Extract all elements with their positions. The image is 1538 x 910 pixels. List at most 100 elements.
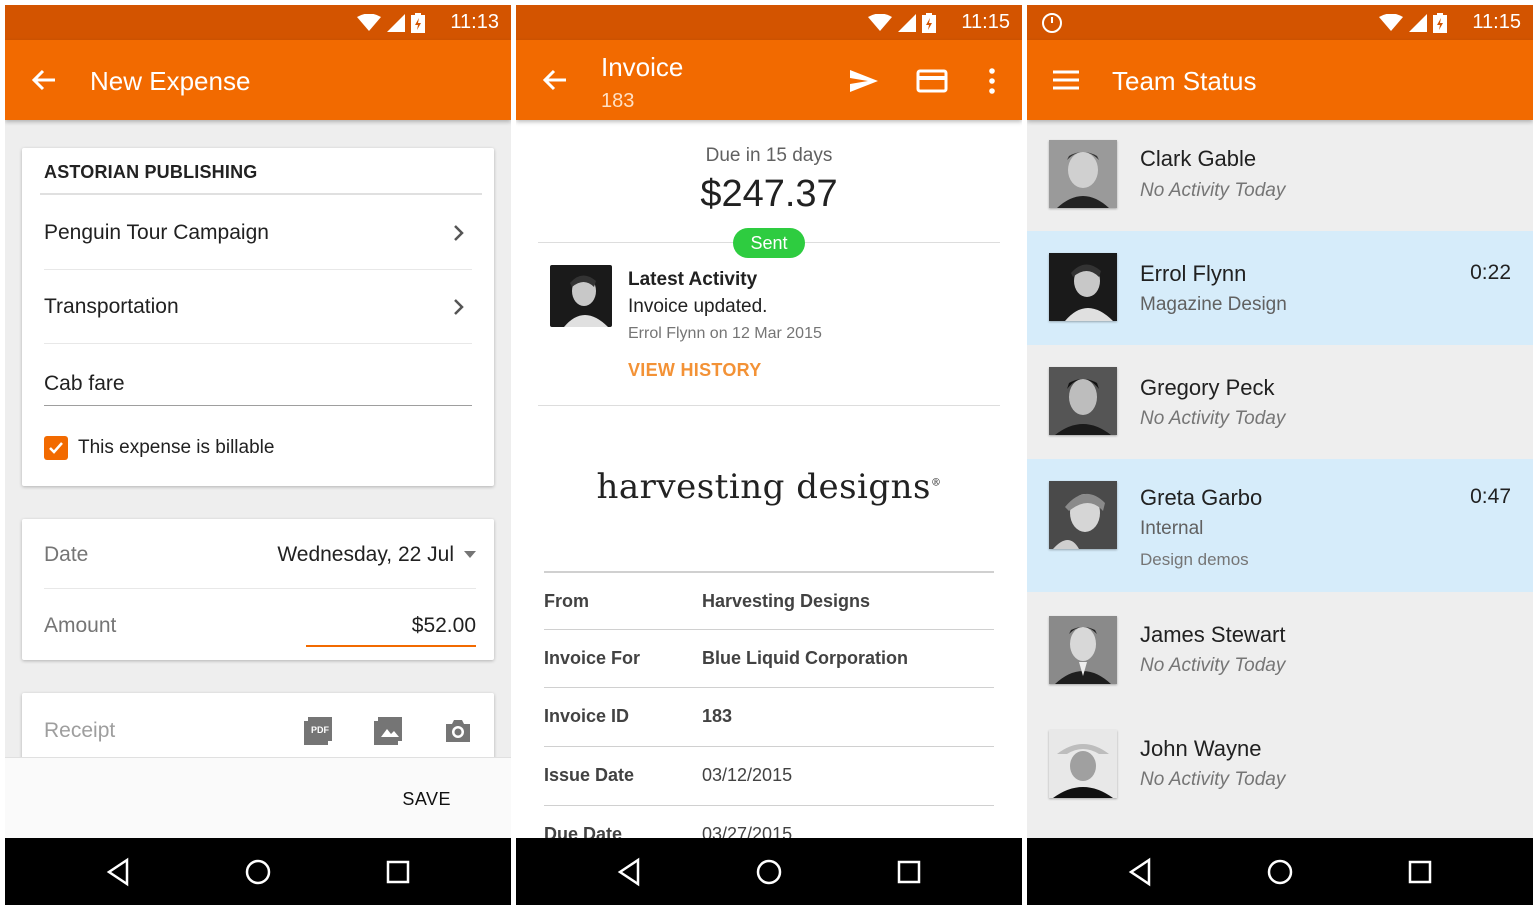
member-name: Gregory Peck bbox=[1140, 375, 1275, 400]
clock: 11:13 bbox=[450, 11, 499, 33]
member-name: John Wayne bbox=[1140, 736, 1262, 761]
clock: 11:15 bbox=[961, 11, 1010, 33]
menu-icon[interactable] bbox=[1051, 65, 1081, 95]
list-item[interactable]: Greta Garbo Internal Design demos 0:47 bbox=[1027, 459, 1533, 592]
page-title: New Expense bbox=[90, 66, 251, 96]
back-arrow-icon[interactable] bbox=[540, 65, 570, 95]
system-nav-bar bbox=[516, 838, 1022, 905]
page-title: Invoice bbox=[601, 52, 684, 82]
company-logo: harvesting designs® bbox=[516, 467, 1022, 507]
save-button[interactable]: SAVE bbox=[402, 789, 451, 810]
more-icon[interactable] bbox=[976, 65, 1008, 97]
billable-checkbox-row[interactable]: This expense is billable bbox=[44, 436, 274, 460]
status-icons bbox=[357, 13, 425, 33]
nav-recents-icon[interactable] bbox=[381, 855, 415, 889]
detail-value: 183 bbox=[702, 706, 733, 726]
battery-icon bbox=[1433, 13, 1447, 33]
wifi-icon bbox=[868, 14, 892, 31]
amount-input-underline bbox=[306, 645, 476, 647]
registered-mark: ® bbox=[931, 477, 942, 489]
detail-value: Harvesting Designs bbox=[702, 591, 871, 611]
amount-input[interactable]: $52.00 bbox=[412, 614, 476, 638]
detail-row: Issue Date 03/12/2015 bbox=[544, 746, 994, 804]
list-item[interactable]: Clark Gable No Activity Today bbox=[1027, 120, 1533, 234]
member-time: 0:47 bbox=[1470, 485, 1511, 508]
invoice-amount: $247.37 bbox=[700, 173, 838, 215]
description-field[interactable]: Cab fare bbox=[44, 368, 472, 406]
page-title: Team Status bbox=[1112, 66, 1257, 96]
nav-home-icon[interactable] bbox=[752, 855, 786, 889]
detail-row: From Harvesting Designs bbox=[544, 571, 994, 629]
detail-key: Invoice For bbox=[544, 648, 641, 668]
member-task: Design demos bbox=[1140, 550, 1249, 569]
member-status: No Activity Today bbox=[1140, 180, 1286, 201]
nav-back-icon[interactable] bbox=[612, 855, 646, 889]
list-item[interactable]: Gregory Peck No Activity Today bbox=[1027, 345, 1533, 459]
system-nav-bar bbox=[5, 838, 511, 905]
billable-checkbox[interactable] bbox=[44, 436, 68, 460]
detail-row: Invoice ID 183 bbox=[544, 687, 994, 745]
project-selector[interactable]: Penguin Tour Campaign bbox=[44, 196, 472, 270]
detail-key: From bbox=[544, 591, 589, 611]
signal-icon bbox=[387, 14, 405, 32]
status-badge: Sent bbox=[733, 228, 805, 258]
view-history-link[interactable]: VIEW HISTORY bbox=[628, 360, 762, 381]
nav-back-icon[interactable] bbox=[101, 855, 135, 889]
avatar bbox=[1049, 616, 1117, 684]
avatar bbox=[550, 265, 612, 327]
errol-flynn-photo bbox=[550, 265, 612, 327]
wifi-icon bbox=[357, 14, 381, 31]
nav-home-icon[interactable] bbox=[1263, 855, 1297, 889]
activity-text: Invoice updated. bbox=[628, 296, 768, 317]
category-selector[interactable]: Transportation bbox=[44, 270, 472, 344]
detail-row: Invoice For Blue Liquid Corporation bbox=[544, 629, 994, 687]
nav-recents-icon[interactable] bbox=[892, 855, 926, 889]
detail-key: Issue Date bbox=[544, 765, 635, 785]
date-row[interactable]: Date Wednesday, 22 Jul bbox=[44, 519, 476, 589]
activity-heading: Latest Activity bbox=[628, 269, 758, 290]
date-value[interactable]: Wednesday, 22 Jul bbox=[277, 543, 454, 567]
camera-icon[interactable] bbox=[442, 715, 474, 747]
clark-gable-photo bbox=[1049, 140, 1117, 208]
detail-value: Blue Liquid Corporation bbox=[702, 648, 908, 668]
system-nav-bar bbox=[1027, 838, 1533, 905]
member-name: Errol Flynn bbox=[1140, 261, 1247, 286]
john-wayne-photo bbox=[1049, 730, 1117, 798]
detail-key: Invoice ID bbox=[544, 706, 630, 726]
list-item[interactable]: James Stewart No Activity Today bbox=[1027, 592, 1533, 706]
signal-icon bbox=[1409, 14, 1427, 32]
send-icon[interactable] bbox=[848, 65, 880, 97]
gregory-peck-photo bbox=[1049, 367, 1117, 435]
dropdown-arrow-icon[interactable] bbox=[464, 551, 476, 559]
list-item[interactable]: Errol Flynn Magazine Design 0:22 bbox=[1027, 231, 1533, 345]
signal-icon bbox=[898, 14, 916, 32]
back-arrow-icon[interactable] bbox=[29, 65, 59, 95]
nav-recents-icon[interactable] bbox=[1403, 855, 1437, 889]
receipt-label: Receipt bbox=[44, 719, 116, 742]
team-status-screen: 11:15 Team Status Clark Gable No Activit… bbox=[1027, 5, 1533, 905]
activity-meta: Errol Flynn on 12 Mar 2015 bbox=[628, 325, 822, 342]
pdf-icon[interactable]: PDF bbox=[302, 715, 334, 747]
new-expense-screen: 11:13 New Expense ASTORIAN PUBLISHING Pe… bbox=[5, 5, 511, 905]
nav-home-icon[interactable] bbox=[241, 855, 275, 889]
member-time: 0:22 bbox=[1470, 261, 1511, 284]
member-status: Magazine Design bbox=[1140, 294, 1287, 315]
member-name: James Stewart bbox=[1140, 622, 1286, 647]
amount-row: Amount $52.00 bbox=[44, 590, 476, 660]
organization-label: ASTORIAN PUBLISHING bbox=[44, 162, 258, 182]
member-name: Greta Garbo bbox=[1140, 485, 1263, 510]
status-bar: 11:15 bbox=[1027, 5, 1533, 40]
invoice-number-subtitle: 183 bbox=[601, 90, 635, 112]
member-status: No Activity Today bbox=[1140, 769, 1286, 790]
card-icon[interactable] bbox=[916, 65, 948, 97]
divider bbox=[40, 193, 482, 195]
due-text: Due in 15 days bbox=[705, 145, 833, 166]
james-stewart-photo bbox=[1049, 616, 1117, 684]
member-status: No Activity Today bbox=[1140, 655, 1286, 676]
avatar bbox=[1049, 481, 1117, 549]
expense-details-card: ASTORIAN PUBLISHING Penguin Tour Campaig… bbox=[22, 148, 494, 486]
avatar bbox=[1049, 367, 1117, 435]
image-icon[interactable] bbox=[372, 715, 404, 747]
list-item[interactable]: John Wayne No Activity Today bbox=[1027, 706, 1533, 820]
nav-back-icon[interactable] bbox=[1123, 855, 1157, 889]
